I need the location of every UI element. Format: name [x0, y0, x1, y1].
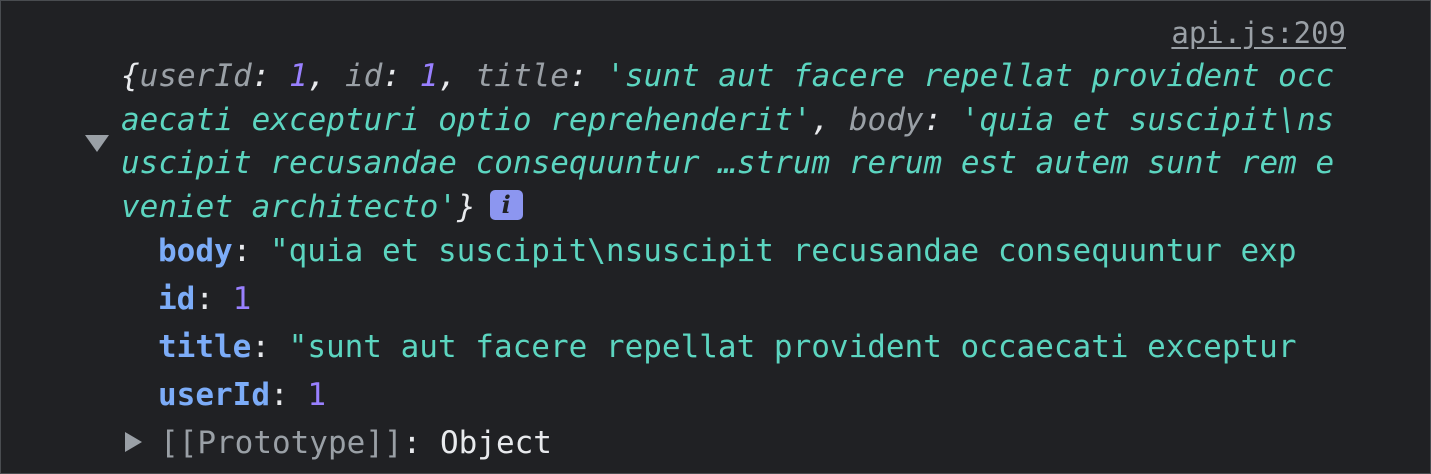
comma: ,	[811, 101, 849, 138]
collapse-arrow-icon[interactable]	[85, 135, 109, 152]
preview-key-userId: userId	[139, 58, 252, 94]
property-key: title	[158, 329, 252, 365]
colon: :	[251, 58, 289, 94]
preview-value-userId: 1	[288, 58, 308, 94]
preview-key-title: title	[475, 58, 569, 94]
property-row-id[interactable]: id: 1	[158, 279, 1365, 319]
colon: :	[923, 101, 961, 138]
prototype-key: [[Prototype]]	[160, 425, 403, 461]
property-value: "quia et suscipit\nsuscipit recusandae c…	[269, 233, 1297, 269]
preview-key-body: body	[848, 101, 924, 138]
preview-key-id: id	[344, 58, 383, 94]
property-key: body	[158, 233, 233, 269]
preview-value-id: 1	[419, 58, 439, 94]
property-value: 1	[232, 281, 252, 317]
colon: :	[382, 58, 420, 94]
comma: ,	[307, 58, 345, 94]
property-value: 1	[307, 377, 326, 413]
console-panel: api.js:209 {userId: 1, id: 1, title: 'su…	[0, 0, 1431, 474]
close-brace: }	[456, 188, 476, 225]
colon: :	[251, 329, 289, 365]
property-value: "sunt aut facere repellat provident occa…	[288, 329, 1297, 365]
property-row-userId[interactable]: userId: 1	[158, 375, 1365, 415]
property-key: id	[158, 281, 196, 317]
property-row-body[interactable]: body: "quia et suscipit\nsuscipit recusa…	[158, 231, 1365, 271]
info-icon[interactable]: i	[489, 190, 523, 220]
colon: :	[402, 425, 440, 461]
expand-arrow-icon[interactable]	[125, 431, 142, 452]
open-brace: {	[121, 58, 140, 94]
colon: :	[232, 233, 270, 269]
property-key: userId	[158, 377, 270, 413]
property-row-title[interactable]: title: "sunt aut facere repellat provide…	[158, 327, 1365, 367]
prototype-row[interactable]: [[Prototype]]: Object	[125, 423, 552, 463]
object-preview[interactable]: {userId: 1, id: 1, title: 'sunt aut face…	[121, 55, 1351, 229]
prototype-value: Object	[439, 425, 552, 461]
comma: ,	[438, 58, 476, 94]
colon: :	[568, 58, 607, 94]
colon: :	[195, 281, 233, 317]
source-link[interactable]: api.js:209	[1171, 15, 1346, 51]
colon: :	[269, 377, 308, 413]
